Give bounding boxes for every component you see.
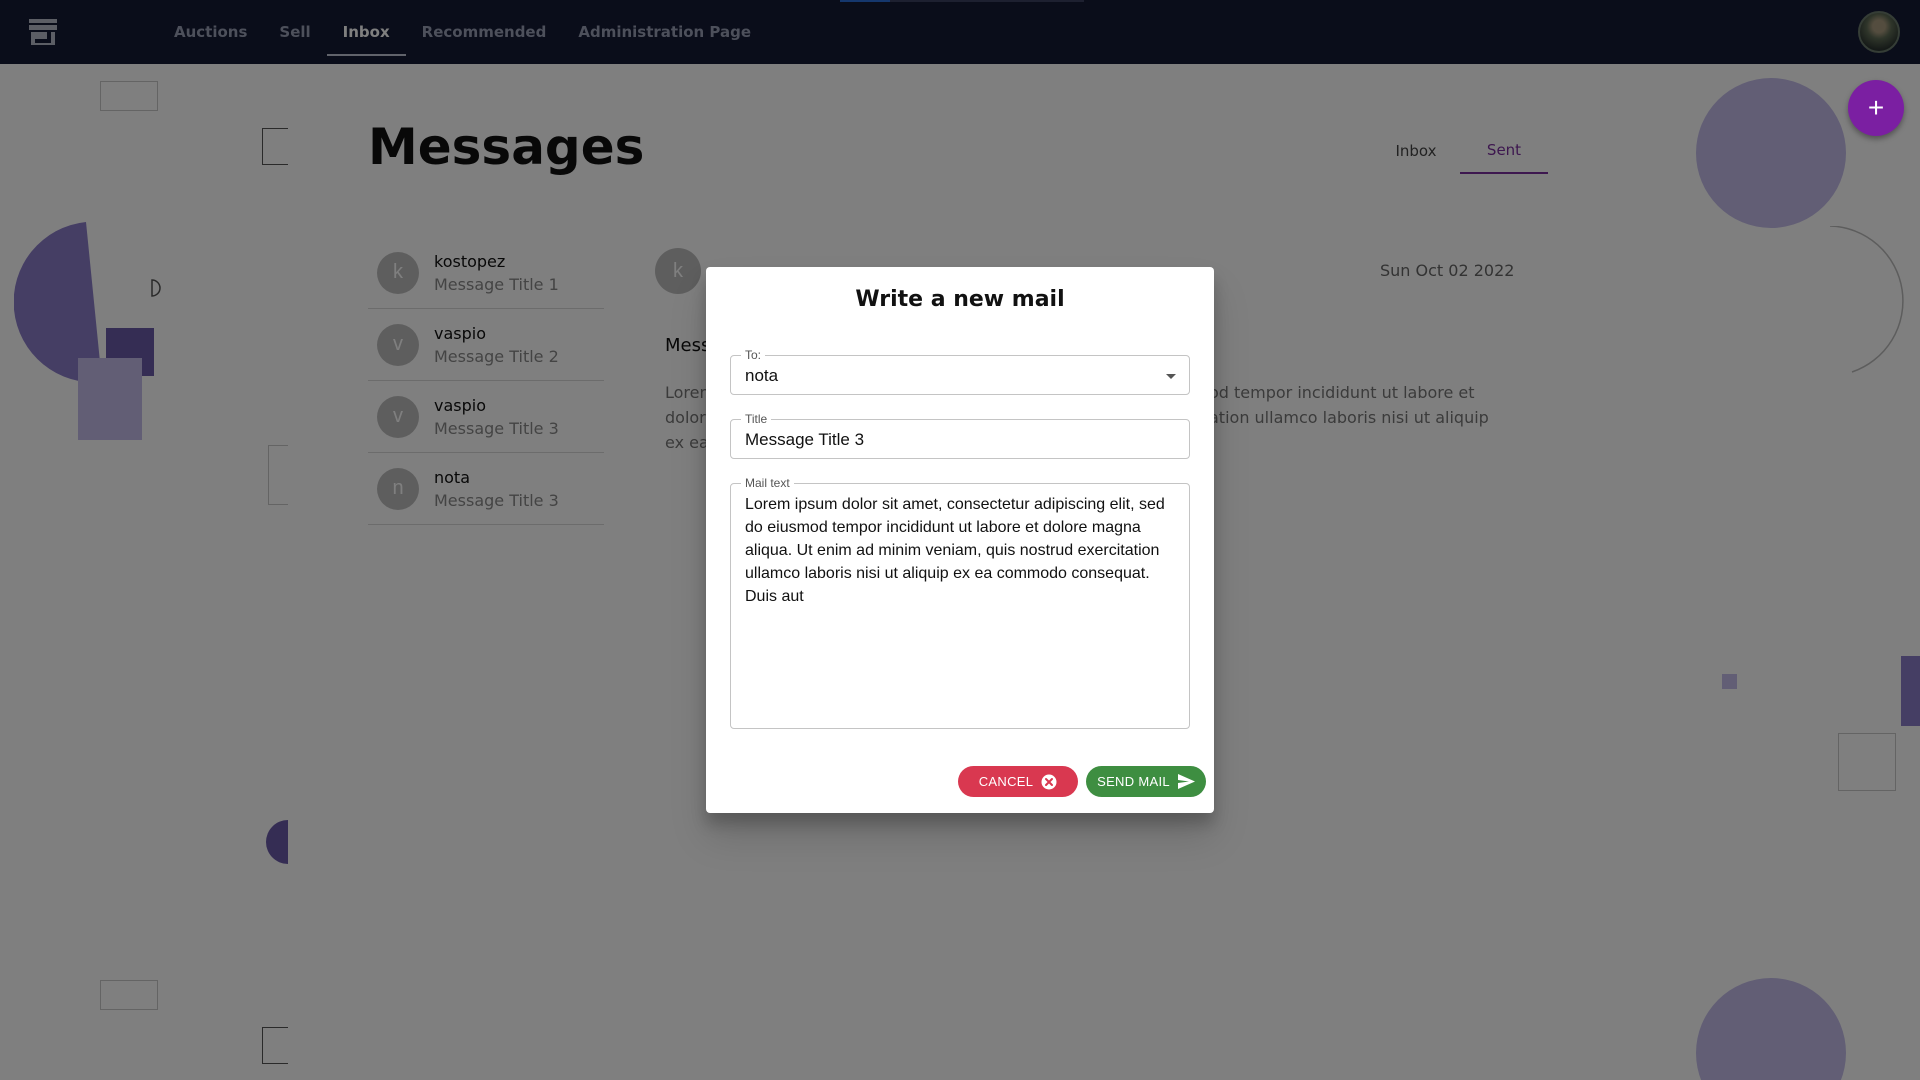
- mail-text-field[interactable]: Mail text Lorem ipsum dolor sit amet, co…: [730, 476, 1190, 729]
- new-mail-dialog: Write a new mail To: nota Title Message …: [706, 267, 1214, 813]
- title-field[interactable]: Title Message Title 3: [730, 412, 1190, 459]
- recipient-value: nota: [745, 366, 779, 385]
- cancel-circle-icon: [1041, 774, 1057, 789]
- dialog-title: Write a new mail: [855, 287, 1065, 312]
- title-value: Message Title 3: [745, 430, 865, 449]
- chevron-down-icon[interactable]: [1166, 374, 1176, 379]
- send-label: SEND MAIL: [1097, 774, 1170, 789]
- recipient-select[interactable]: To: nota: [730, 348, 1190, 395]
- title-label: Title: [741, 412, 772, 426]
- mail-text-value: Lorem ipsum dolor sit amet, consectetur …: [745, 496, 1165, 605]
- recipient-label: To:: [741, 348, 766, 362]
- cancel-button[interactable]: CANCEL: [958, 766, 1078, 797]
- mail-text-label: Mail text: [741, 476, 794, 490]
- plus-icon: +: [1867, 92, 1885, 123]
- send-icon: [1177, 774, 1195, 789]
- send-mail-button[interactable]: SEND MAIL: [1086, 766, 1206, 797]
- compose-fab[interactable]: +: [1848, 80, 1904, 136]
- cancel-label: CANCEL: [978, 774, 1034, 789]
